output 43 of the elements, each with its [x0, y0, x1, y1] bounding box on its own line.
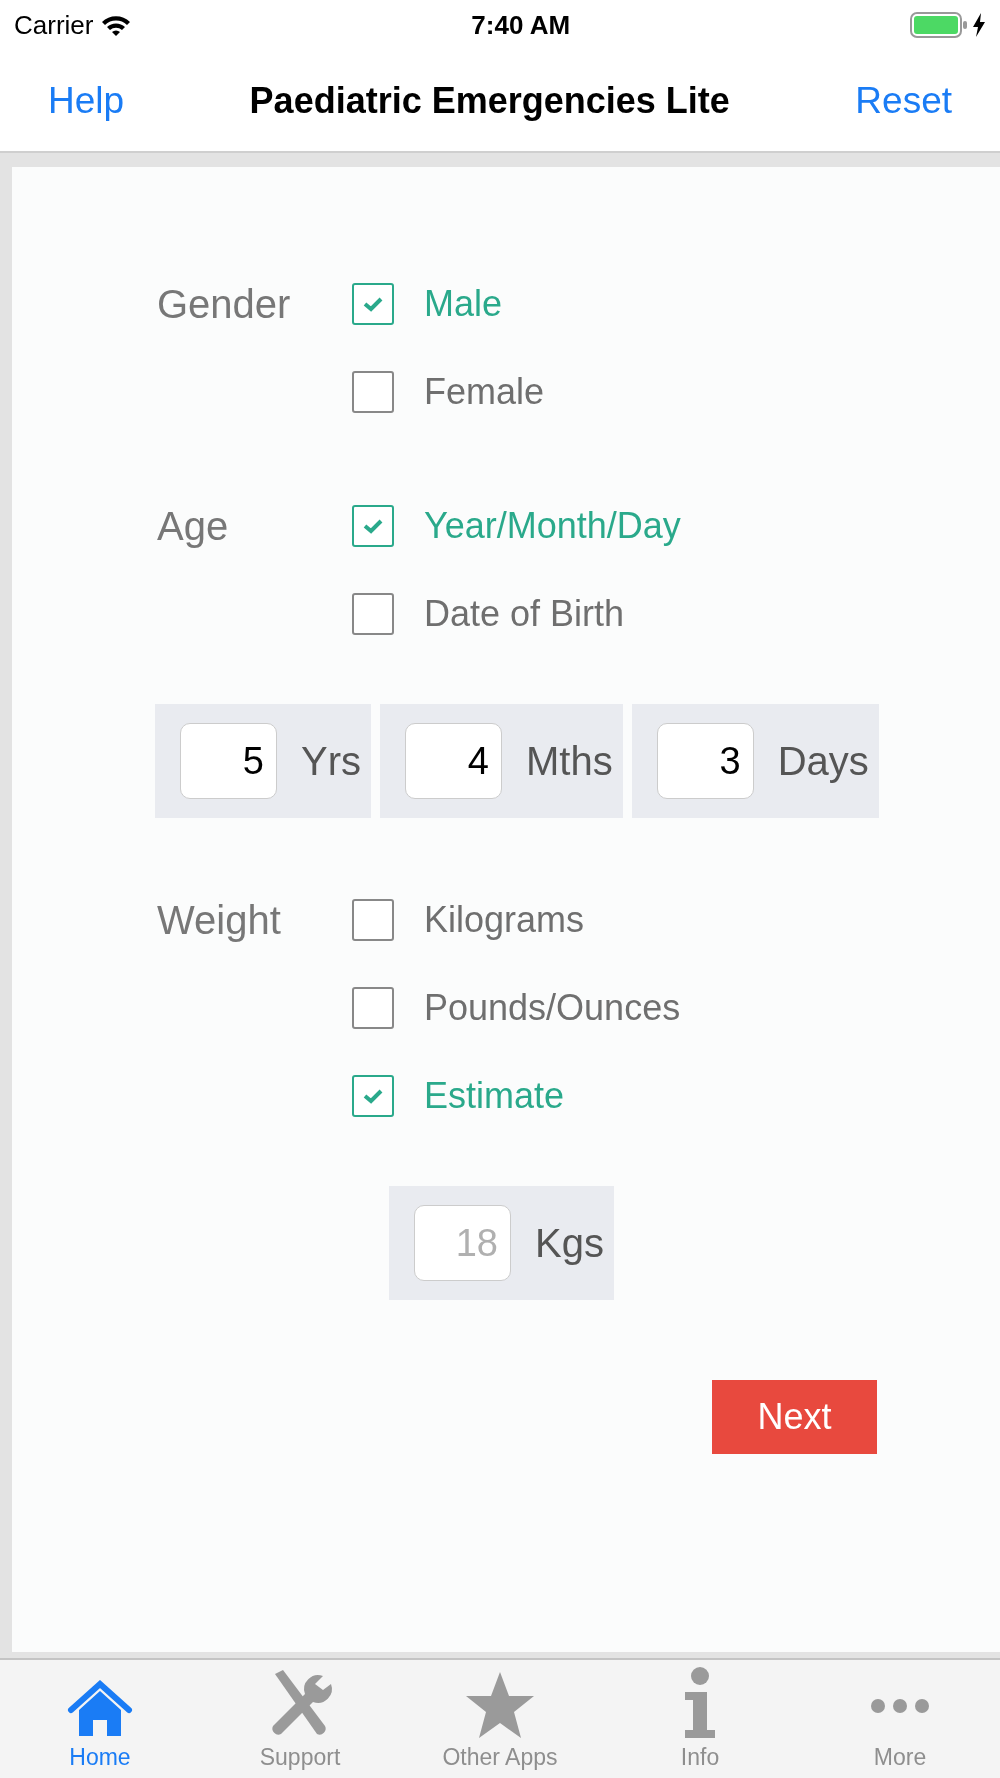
tab[interactable]: Info — [600, 1660, 800, 1778]
checkbox[interactable] — [352, 283, 394, 325]
unit-label: Days — [777, 738, 869, 785]
option-label: Female — [424, 370, 545, 414]
next-button[interactable]: Next — [712, 1380, 877, 1454]
tab[interactable]: Other Apps — [400, 1660, 600, 1778]
number-field[interactable]: 3 — [656, 723, 754, 799]
more-icon — [870, 1697, 930, 1714]
clock-time: 7:40 AM — [471, 8, 571, 42]
field-label: Gender — [157, 282, 292, 328]
number-field[interactable]: 5 — [180, 723, 277, 799]
checkbox[interactable] — [352, 371, 394, 413]
tab[interactable]: More — [800, 1660, 1000, 1778]
screen-title: Paediatric Emergencies Lite — [249, 78, 730, 123]
help-button[interactable]: Help — [48, 72, 125, 129]
tab[interactable]: Home — [0, 1660, 200, 1778]
unit-label: Mths — [526, 738, 613, 785]
battery-icon — [910, 12, 968, 38]
number-field[interactable]: 4 — [405, 723, 502, 799]
check-icon — [362, 518, 384, 534]
number-field[interactable]: 18 — [414, 1205, 511, 1281]
field-label: Age — [157, 504, 230, 550]
carrier-name: Carrier — [14, 8, 94, 42]
option-label: Kilograms — [424, 898, 585, 942]
option-label: Pounds/Ounces — [424, 986, 681, 1030]
field-label: Weight — [157, 898, 282, 944]
unit-label: Yrs — [301, 738, 361, 785]
check-icon — [362, 296, 384, 312]
checkbox[interactable] — [352, 593, 394, 635]
unit-label: Kgs — [535, 1220, 604, 1267]
option-label: Date of Birth — [424, 592, 625, 636]
checkbox[interactable] — [352, 1075, 394, 1117]
option-label: Year/Month/Day — [424, 504, 681, 548]
option-label: Estimate — [424, 1074, 565, 1118]
tab[interactable]: Support — [200, 1660, 400, 1778]
check-icon — [362, 1088, 384, 1104]
checkbox[interactable] — [352, 899, 394, 941]
checkbox[interactable] — [352, 505, 394, 547]
charging-icon — [972, 13, 986, 37]
option-label: Male — [424, 282, 503, 326]
reset-button[interactable]: Reset — [855, 72, 952, 129]
wifi-icon — [101, 14, 132, 36]
checkbox[interactable] — [352, 987, 394, 1029]
